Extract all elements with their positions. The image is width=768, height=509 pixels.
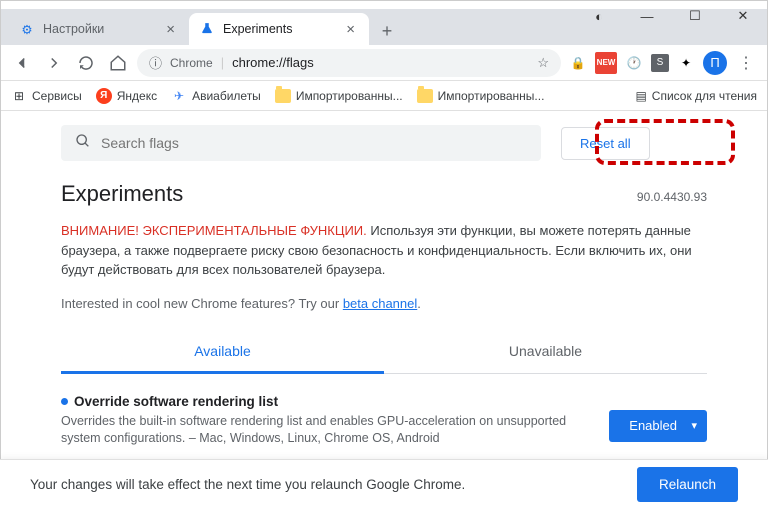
home-button[interactable] <box>105 50 131 76</box>
bookmarks-bar: ⊞Сервисы ЯЯндекс ✈Авиабилеты Импортирова… <box>1 81 767 111</box>
page-title: Experiments <box>61 181 183 207</box>
close-window-button[interactable]: ✕ <box>728 6 758 26</box>
flask-icon <box>199 21 215 37</box>
flag-description: Overrides the built-in software renderin… <box>61 413 589 448</box>
star-icon[interactable]: ☆ <box>537 55 549 71</box>
yandex-icon: Я <box>96 88 112 104</box>
tab-experiments[interactable]: Experiments × <box>189 13 369 45</box>
reload-button[interactable] <box>73 50 99 76</box>
bookmark-apps[interactable]: ⊞Сервисы <box>11 88 82 104</box>
extension-icon[interactable]: S <box>651 54 669 72</box>
site-info-icon[interactable]: ⓘ <box>149 53 162 72</box>
toolbar: ⓘ Chrome | chrome://flags ☆ 🔒 NEW 🕐 S ✦ … <box>1 45 767 81</box>
reset-all-button[interactable]: Reset all <box>561 127 650 160</box>
apps-icon: ⊞ <box>11 88 27 104</box>
relaunch-bar: Your changes will take effect the next t… <box>0 459 768 509</box>
menu-button[interactable]: ⋮ <box>733 50 759 76</box>
tab-title: Настройки <box>43 22 104 36</box>
back-button[interactable] <box>9 50 35 76</box>
list-icon: ▤ <box>635 89 646 103</box>
flag-name: Override software rendering list <box>61 394 589 409</box>
maximize-button[interactable]: ☐ <box>680 6 710 26</box>
folder-icon <box>417 89 433 103</box>
folder-icon <box>275 89 291 103</box>
tab-unavailable[interactable]: Unavailable <box>384 331 707 373</box>
flag-entry: Override software rendering list Overrid… <box>1 374 767 448</box>
extension-icon[interactable]: 🔒 <box>567 52 589 74</box>
extension-icon[interactable]: 🕐 <box>623 52 645 74</box>
profile-avatar[interactable]: П <box>703 51 727 75</box>
flag-state-select[interactable]: Enabled <box>609 410 707 442</box>
reading-list-button[interactable]: ▤Список для чтения <box>635 89 757 103</box>
flag-modified-dot <box>61 398 68 405</box>
tab-settings[interactable]: ⚙ Настройки × <box>9 13 189 45</box>
new-tab-button[interactable]: + <box>373 17 401 45</box>
version-label: 90.0.4430.93 <box>637 190 707 204</box>
tab-available[interactable]: Available <box>61 331 384 374</box>
address-bar[interactable]: ⓘ Chrome | chrome://flags ☆ <box>137 49 561 77</box>
relaunch-button[interactable]: Relaunch <box>637 467 738 502</box>
bookmark-flights[interactable]: ✈Авиабилеты <box>171 88 261 104</box>
globe-icon[interactable]: ◐ <box>584 6 614 26</box>
forward-button[interactable] <box>41 50 67 76</box>
bookmark-yandex[interactable]: ЯЯндекс <box>96 88 157 104</box>
relaunch-message: Your changes will take effect the next t… <box>30 477 465 492</box>
search-icon <box>75 133 91 154</box>
tab-title: Experiments <box>223 22 292 36</box>
warning-heading: ВНИМАНИЕ! ЭКСПЕРИМЕНТАЛЬНЫЕ ФУНКЦИИ. <box>61 223 367 238</box>
page-content: Reset all Experiments 90.0.4430.93 ВНИМА… <box>1 111 767 458</box>
secure-label: Chrome <box>170 56 213 70</box>
bookmark-folder[interactable]: Импортированны... <box>275 89 403 103</box>
extension-new-icon[interactable]: NEW <box>595 52 617 74</box>
beta-channel-text: Interested in cool new Chrome features? … <box>61 296 707 311</box>
minimize-button[interactable]: — <box>632 6 662 26</box>
close-tab-icon[interactable]: × <box>342 21 359 38</box>
bookmark-folder[interactable]: Импортированны... <box>417 89 545 103</box>
url-text: chrome://flags <box>232 55 314 70</box>
warning-text: ВНИМАНИЕ! ЭКСПЕРИМЕНТАЛЬНЫЕ ФУНКЦИИ. Исп… <box>61 221 707 280</box>
close-tab-icon[interactable]: × <box>162 21 179 38</box>
extensions-menu-icon[interactable]: ✦ <box>675 52 697 74</box>
plane-icon: ✈ <box>171 88 187 104</box>
search-input[interactable] <box>101 135 527 151</box>
beta-channel-link[interactable]: beta channel <box>343 296 417 311</box>
gear-icon: ⚙ <box>19 21 35 37</box>
search-flags-box[interactable] <box>61 125 541 161</box>
